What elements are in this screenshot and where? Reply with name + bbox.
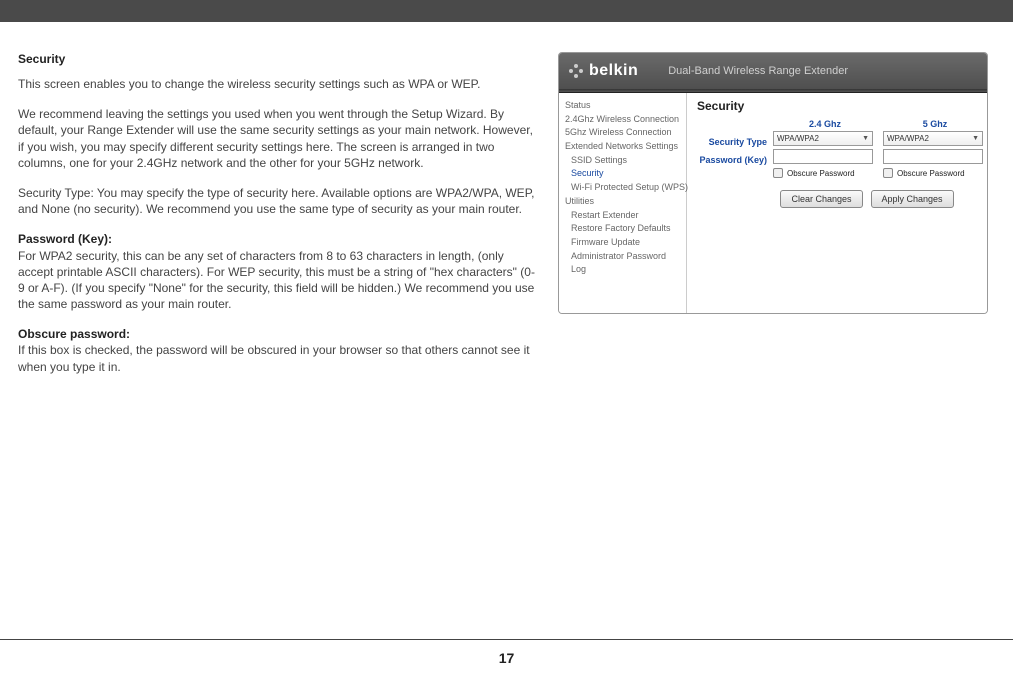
main-panel: Security Security Type Password (Key) 2.… (687, 93, 988, 313)
sidebar-item-admin[interactable]: Administrator Password (563, 250, 686, 264)
security-type-value-5: WPA/WPA2 (887, 134, 929, 143)
clear-changes-button[interactable]: Clear Changes (780, 190, 862, 208)
field-labels: Security Type Password (Key) (697, 119, 767, 178)
security-type-select-5[interactable]: WPA/WPA2 ▼ (883, 131, 983, 146)
device-window: belkin Dual-Band Wireless Range Extender… (558, 52, 988, 314)
band-5-heading: 5 Ghz (883, 119, 987, 129)
band-5-column: 5 Ghz WPA/WPA2 ▼ Obscure Password (877, 119, 987, 178)
top-bar (0, 0, 1013, 22)
page-number: 17 (0, 650, 1013, 666)
band-24-heading: 2.4 Ghz (773, 119, 877, 129)
device-header: belkin Dual-Band Wireless Range Extender (559, 53, 987, 89)
sidebar-item-restart[interactable]: Restart Extender (563, 209, 686, 223)
sidebar-item-5ghz[interactable]: 5Ghz Wireless Connection (563, 126, 686, 140)
brand-logo: belkin (567, 62, 638, 80)
obscure-checkbox-24[interactable] (773, 168, 783, 178)
obscure-label-5: Obscure Password (897, 169, 965, 178)
footer-divider (0, 639, 1013, 640)
security-type-select-24[interactable]: WPA/WPA2 ▼ (773, 131, 873, 146)
apply-changes-button[interactable]: Apply Changes (871, 190, 954, 208)
doc-p4: Password (Key): For WPA2 security, this c… (18, 231, 538, 312)
obscure-heading: Obscure password: (18, 327, 130, 341)
sidebar-item-ssid[interactable]: SSID Settings (563, 154, 686, 168)
doc-heading: Security (18, 52, 538, 66)
sidebar: Status 2.4Ghz Wireless Connection 5Ghz W… (559, 93, 687, 313)
password-label: Password (Key) (697, 151, 767, 169)
band-24-column: 2.4 Ghz WPA/WPA2 ▼ Obscure Password (767, 119, 877, 178)
password-input-24[interactable] (773, 149, 873, 164)
panel-title: Security (697, 99, 987, 113)
doc-p4-body: For WPA2 security, this can be any set o… (18, 249, 535, 312)
obscure-label-24: Obscure Password (787, 169, 855, 178)
brand-text: belkin (589, 62, 638, 80)
sidebar-item-firmware[interactable]: Firmware Update (563, 236, 686, 250)
sidebar-item-security[interactable]: Security (563, 167, 686, 181)
doc-p1: This screen enables you to change the wi… (18, 76, 538, 92)
sidebar-item-log[interactable]: Log (563, 263, 686, 277)
sidebar-item-24ghz[interactable]: 2.4Ghz Wireless Connection (563, 113, 686, 127)
device-title: Dual-Band Wireless Range Extender (668, 65, 848, 77)
security-type-label: Security Type (697, 133, 767, 151)
chevron-down-icon: ▼ (862, 135, 869, 142)
sidebar-item-status[interactable]: Status (563, 99, 686, 113)
password-key-heading: Password (Key): (18, 232, 112, 246)
password-input-5[interactable] (883, 149, 983, 164)
sidebar-item-restore[interactable]: Restore Factory Defaults (563, 222, 686, 236)
sidebar-item-utilities[interactable]: Utilities (563, 195, 686, 209)
logo-dots-icon (567, 62, 585, 80)
security-type-value-24: WPA/WPA2 (777, 134, 819, 143)
obscure-checkbox-5[interactable] (883, 168, 893, 178)
doc-left-column: Security This screen enables you to chan… (18, 52, 558, 389)
doc-p5-body: If this box is checked, the password wil… (18, 343, 530, 373)
sidebar-item-extended[interactable]: Extended Networks Settings (563, 140, 686, 154)
doc-p2: We recommend leaving the settings you us… (18, 106, 538, 171)
sidebar-item-wps[interactable]: Wi-Fi Protected Setup (WPS) (563, 181, 686, 195)
doc-p5: Obscure password: If this box is checked,… (18, 326, 538, 375)
chevron-down-icon: ▼ (972, 135, 979, 142)
doc-p3: Security Type: You may specify the type … (18, 185, 538, 217)
